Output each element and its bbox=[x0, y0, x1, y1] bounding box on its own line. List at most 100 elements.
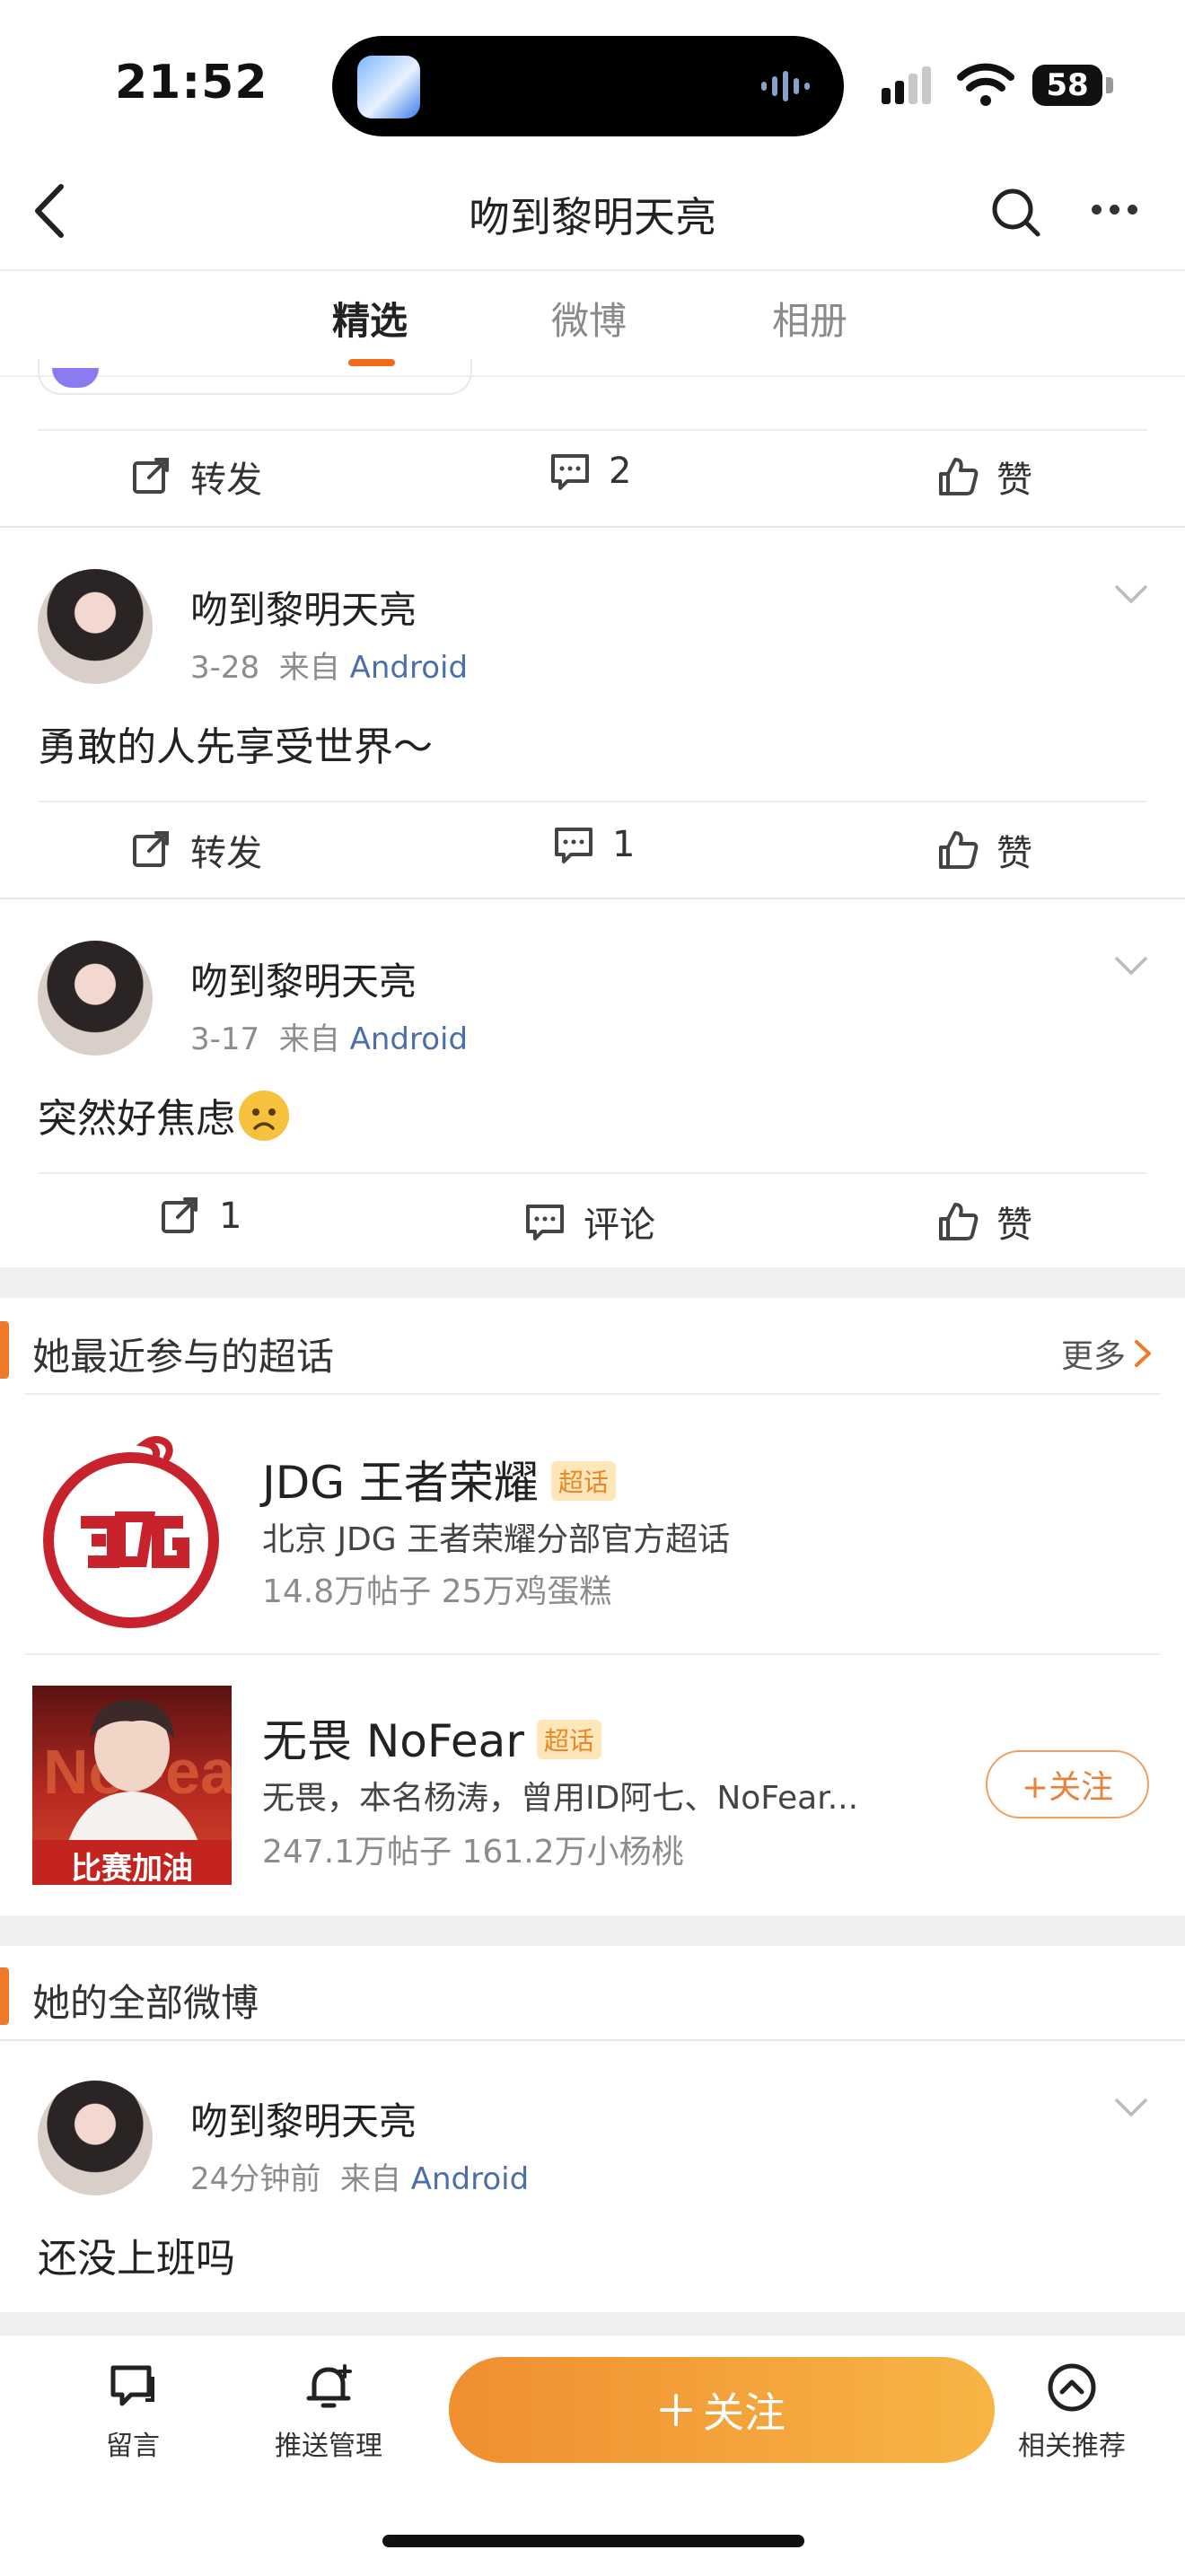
chevron-right-icon bbox=[1135, 1340, 1152, 1367]
message-label: 留言 bbox=[106, 2431, 160, 2462]
chevron-down-icon[interactable] bbox=[1113, 2097, 1149, 2118]
cover-caption: 比赛加油 bbox=[71, 1851, 193, 1885]
tab-weibo[interactable]: 微博 bbox=[551, 291, 627, 346]
more-options-icon[interactable] bbox=[1092, 205, 1137, 215]
post-source: Android bbox=[349, 1021, 469, 1057]
plus-icon bbox=[660, 2394, 692, 2426]
topic-stats: 247.1万帖子 161.2万小杨桃 bbox=[262, 1834, 684, 1871]
repost-label: 转发 bbox=[190, 460, 262, 501]
divider bbox=[25, 1653, 1160, 1655]
thumbs-up-icon bbox=[939, 458, 979, 495]
divider bbox=[0, 898, 1185, 899]
avatar[interactable] bbox=[38, 569, 153, 684]
section-title: 她的全部微博 bbox=[32, 1981, 259, 2025]
divider bbox=[38, 429, 1147, 431]
related-recommend-button[interactable]: 相关推荐 bbox=[1009, 2361, 1135, 2463]
repost-button[interactable]: 转发 bbox=[131, 824, 262, 876]
topic-title-row[interactable]: 无畏 NoFear 超话 bbox=[262, 1705, 601, 1770]
status-time: 21:52 bbox=[115, 56, 268, 110]
post-from-label: 来自 bbox=[278, 650, 340, 686]
tab-album[interactable]: 相册 bbox=[772, 291, 847, 346]
divider bbox=[25, 1393, 1160, 1395]
like-button[interactable]: 赞 bbox=[937, 1196, 1032, 1248]
like-button[interactable]: 赞 bbox=[937, 451, 1032, 503]
post-username[interactable]: 吻到黎明天亮 bbox=[190, 580, 417, 635]
thumbs-up-icon bbox=[939, 1203, 979, 1240]
follow-topic-button[interactable]: +关注 bbox=[986, 1750, 1149, 1818]
section-gap bbox=[0, 2312, 1185, 2334]
divider bbox=[38, 1172, 1147, 1174]
repost-icon bbox=[133, 458, 169, 494]
message-icon bbox=[110, 2365, 154, 2406]
push-settings-label: 推送管理 bbox=[275, 2431, 382, 2462]
post-from-label: 来自 bbox=[278, 1021, 340, 1057]
like-label: 赞 bbox=[996, 460, 1032, 501]
jdg-team-logo[interactable] bbox=[41, 1427, 221, 1634]
section-accent-bar bbox=[0, 1321, 9, 1379]
section-title: 她最近参与的超话 bbox=[32, 1335, 335, 1379]
topic-stats: 14.8万帖子 25万鸡蛋糕 bbox=[262, 1573, 612, 1610]
section-gap bbox=[0, 1915, 1185, 1946]
chevron-down-icon[interactable] bbox=[1113, 955, 1149, 977]
comment-icon bbox=[526, 1205, 564, 1240]
post-text: 突然好焦虑 bbox=[38, 1096, 235, 1142]
post-meta: 3-28 来自 Android bbox=[190, 643, 468, 687]
topic-title-row[interactable]: JDG 王者荣耀 超话 bbox=[262, 1447, 616, 1511]
post-username[interactable]: 吻到黎明天亮 bbox=[190, 951, 417, 1006]
divider bbox=[38, 801, 1147, 802]
chevron-down-icon[interactable] bbox=[1113, 583, 1149, 605]
thumbs-up-icon bbox=[939, 831, 979, 869]
search-icon[interactable] bbox=[988, 184, 1045, 241]
post-username[interactable]: 吻到黎明天亮 bbox=[190, 2091, 417, 2146]
comment-button[interactable]: 1 bbox=[553, 824, 635, 865]
post-text[interactable]: 勇敢的人先享受世界～ bbox=[38, 714, 433, 772]
divider bbox=[0, 2039, 1185, 2041]
comment-button[interactable]: 评论 bbox=[524, 1196, 655, 1248]
comment-button[interactable]: 2 bbox=[549, 451, 631, 492]
wifi-icon bbox=[957, 63, 1014, 106]
divider bbox=[0, 526, 1185, 528]
repost-count: 1 bbox=[219, 1196, 242, 1237]
bell-plus-icon bbox=[306, 2364, 352, 2408]
topic-description: 无畏，本名杨涛，曾用ID阿七、NoFear... bbox=[262, 1780, 859, 1817]
repost-button[interactable]: 1 bbox=[160, 1196, 241, 1237]
repost-button[interactable]: 转发 bbox=[131, 451, 262, 503]
like-label: 赞 bbox=[996, 833, 1032, 874]
audio-wave-icon bbox=[761, 68, 815, 104]
home-indicator[interactable] bbox=[382, 2535, 804, 2547]
comment-count: 2 bbox=[609, 451, 632, 492]
topic-name: JDG 王者荣耀 bbox=[262, 1457, 539, 1509]
post-meta: 24分钟前 来自 Android bbox=[190, 2154, 529, 2198]
cellular-signal-icon bbox=[882, 66, 931, 104]
live-activity-app-icon[interactable] bbox=[357, 56, 420, 118]
comment-icon bbox=[555, 828, 592, 863]
post-from-label: 来自 bbox=[339, 2161, 401, 2197]
comment-label: 评论 bbox=[584, 1205, 655, 1246]
follow-label: 关注 bbox=[703, 2388, 786, 2437]
avatar[interactable] bbox=[38, 941, 153, 1056]
like-button[interactable]: 赞 bbox=[937, 824, 1032, 876]
topic-description: 北京 JDG 王者荣耀分部官方超话 bbox=[262, 1521, 731, 1558]
comment-count: 1 bbox=[612, 824, 636, 865]
post-date: 3-17 bbox=[190, 1021, 260, 1057]
nofear-cover-image[interactable]: NoFear 比赛加油 bbox=[32, 1686, 232, 1885]
repost-icon bbox=[133, 831, 169, 867]
supertopic-badge: 超话 bbox=[536, 1720, 601, 1759]
post-source: Android bbox=[349, 650, 469, 686]
push-settings-button[interactable]: 推送管理 bbox=[266, 2361, 391, 2463]
post-meta: 3-17 来自 Android bbox=[190, 1014, 468, 1058]
message-button[interactable]: 留言 bbox=[79, 2361, 187, 2463]
scrolled-card-remnant bbox=[38, 359, 472, 395]
post-text[interactable]: 还没上班吗 bbox=[38, 2226, 235, 2283]
post-date: 3-28 bbox=[190, 650, 260, 686]
divider bbox=[0, 269, 1185, 271]
related-recommend-label: 相关推荐 bbox=[1018, 2431, 1126, 2462]
battery-tip bbox=[1106, 77, 1113, 93]
tab-featured[interactable]: 精选 bbox=[332, 291, 408, 346]
more-link[interactable]: 更多 bbox=[1061, 1330, 1153, 1377]
section-gap bbox=[0, 1267, 1185, 1298]
post-text-wrapper[interactable]: 突然好焦虑 bbox=[38, 1086, 289, 1143]
supertopic-badge: 超话 bbox=[550, 1461, 616, 1501]
follow-button[interactable]: 关注 bbox=[449, 2357, 995, 2463]
avatar[interactable] bbox=[38, 2081, 153, 2195]
